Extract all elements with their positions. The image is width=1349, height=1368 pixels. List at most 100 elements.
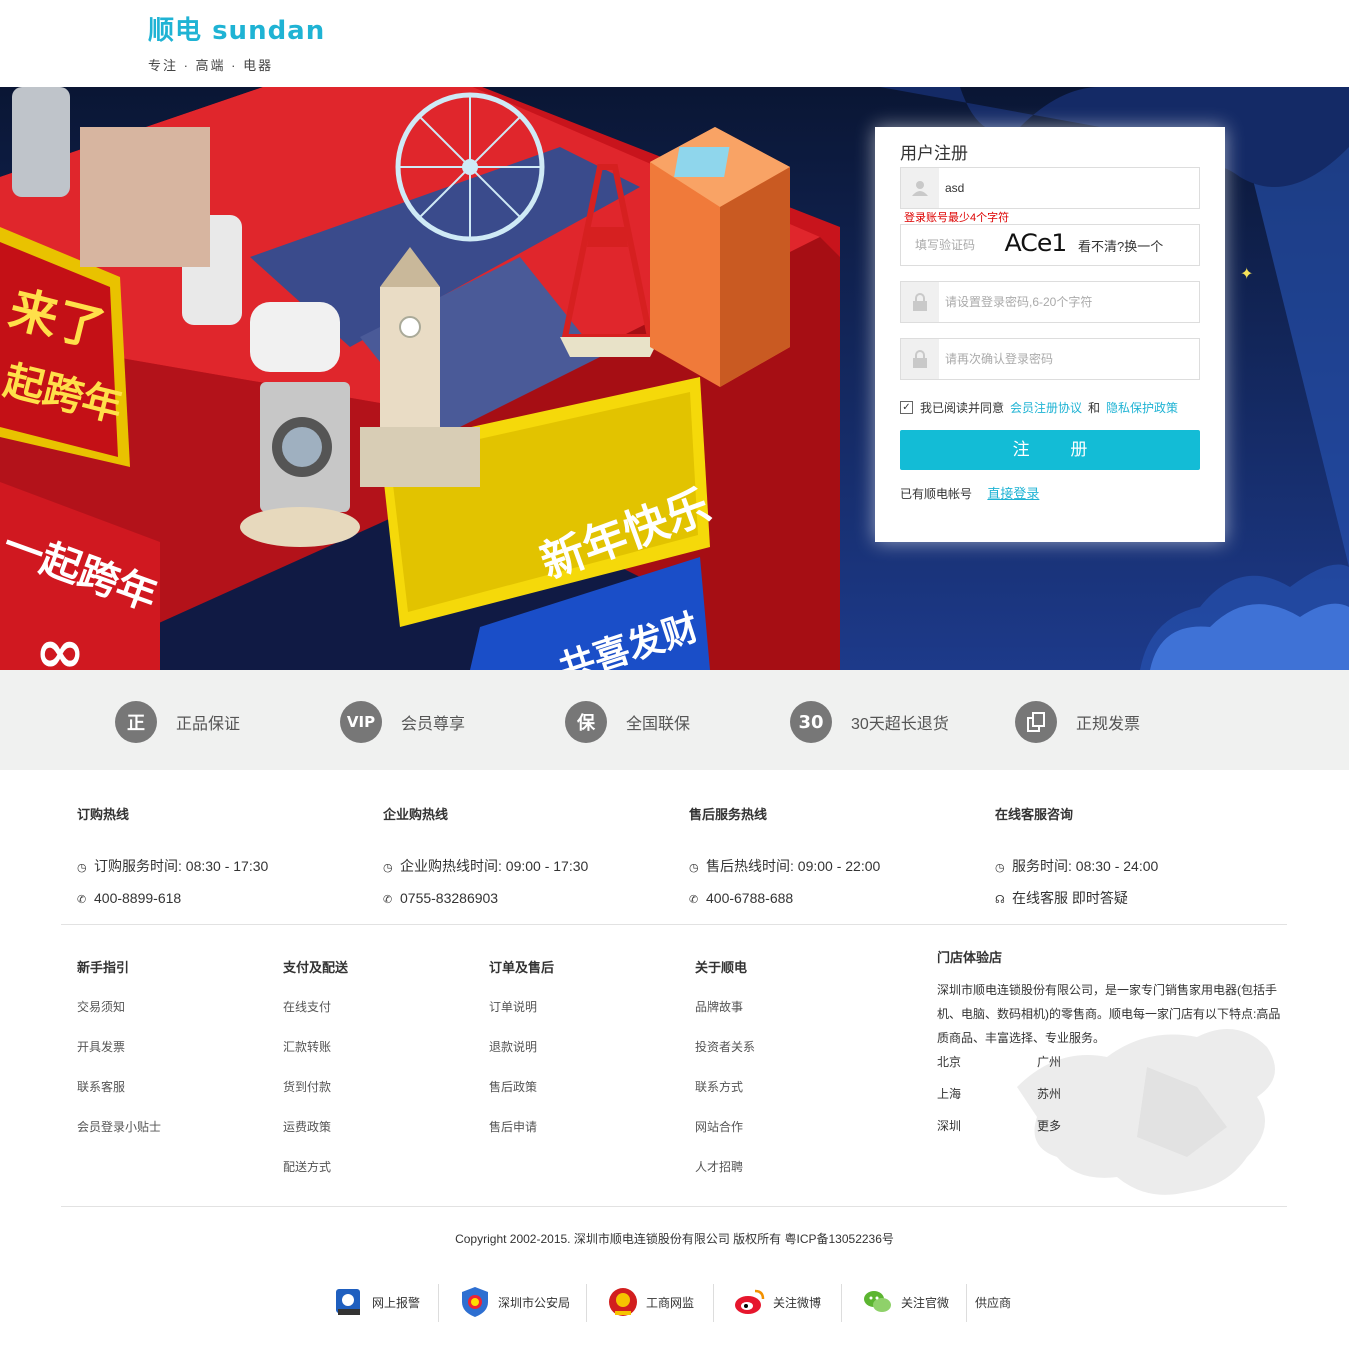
- city-link[interactable]: 苏州: [1037, 1085, 1061, 1102]
- separator: [841, 1284, 842, 1322]
- footer-link[interactable]: 运费政策: [283, 1119, 348, 1136]
- city-link[interactable]: 上海: [937, 1085, 961, 1102]
- privacy-policy-link[interactable]: 隐私保护政策: [1106, 399, 1178, 416]
- lock-icon: [901, 339, 939, 379]
- clock-icon: ◷: [689, 862, 699, 874]
- user-icon: [901, 168, 939, 208]
- captcha-field[interactable]: ACe1 看不清?换一个: [900, 224, 1200, 266]
- agreement-row: ✓ 我已阅读并同意 会员注册协议 和 隐私保护政策: [900, 399, 1184, 416]
- register-button[interactable]: 注 册: [900, 430, 1200, 470]
- footer-link[interactable]: 售后申请: [489, 1119, 554, 1136]
- feature-return: 30 30天超长退货: [790, 701, 949, 743]
- confirm-password-field[interactable]: [900, 338, 1200, 380]
- column-title: 新手指引: [77, 960, 130, 975]
- headset-icon: ☊: [995, 894, 1005, 906]
- clock-icon: ◷: [995, 862, 1005, 874]
- vip-icon: VIP: [340, 701, 382, 743]
- city-link[interactable]: 深圳: [937, 1117, 961, 1134]
- hotlines-section: 订购热线 ◷ 订购服务时间: 08:30 - 17:30 ✆ 400-8899-61…: [0, 770, 1349, 925]
- agree-and-text: 和: [1088, 401, 1101, 415]
- footer-link[interactable]: 品牌故事: [695, 999, 755, 1016]
- footer-link[interactable]: 售后政策: [489, 1079, 554, 1096]
- city-link[interactable]: 广州: [1037, 1053, 1061, 1070]
- weibo-icon: [735, 1289, 765, 1314]
- separator: [438, 1284, 439, 1322]
- password-input[interactable]: [945, 282, 1185, 322]
- footer-link[interactable]: 订单说明: [489, 999, 554, 1016]
- badge-label: 关注微博: [773, 1295, 822, 1310]
- hotline-title: 企业购热线: [383, 807, 449, 822]
- badge-wechat[interactable]: 关注官微: [861, 1282, 949, 1322]
- badge-supplier[interactable]: 供应商: [975, 1282, 1011, 1322]
- footer-link[interactable]: 会员登录小贴士: [77, 1119, 161, 1136]
- username-field[interactable]: [900, 167, 1200, 209]
- footer-link[interactable]: 开具发票: [77, 1039, 161, 1056]
- confirm-password-input[interactable]: [945, 339, 1185, 379]
- footer-link[interactable]: 在线支付: [283, 999, 348, 1016]
- police-icon: [336, 1289, 360, 1315]
- captcha-image[interactable]: ACe1: [1005, 229, 1068, 257]
- footer-link[interactable]: 联系客服: [77, 1079, 161, 1096]
- links-column-payment: 支付及配送 在线支付 汇款转账 货到付款 运费政策 配送方式: [283, 957, 348, 1199]
- badge-police-report[interactable]: 网上报警: [332, 1282, 420, 1322]
- footer-link[interactable]: 人才招聘: [695, 1159, 755, 1176]
- hotline-hours: 服务时间: 08:30 - 24:00: [1012, 858, 1159, 874]
- copyright: Copyright 2002-2015. 深圳市顺电连锁股份有限公司 版权所有 …: [455, 1232, 894, 1246]
- hotline-online: 在线客服咨询 ◷ 服务时间: 08:30 - 24:00 ☊ 在线客服 即时答疑: [995, 804, 1158, 915]
- feature-vip: VIP 会员尊享: [340, 701, 465, 743]
- more-cities-link[interactable]: 更多: [1037, 1117, 1061, 1134]
- captcha-input[interactable]: [915, 225, 995, 265]
- feature-label: 会员尊享: [401, 716, 466, 733]
- footer-link[interactable]: 联系方式: [695, 1079, 755, 1096]
- footer-link[interactable]: 货到付款: [283, 1079, 348, 1096]
- phone-icon: ✆: [77, 894, 87, 906]
- agree-checkbox[interactable]: ✓: [900, 401, 913, 414]
- city-link[interactable]: 北京: [937, 1053, 961, 1070]
- hotline-number: 400-8899-618: [94, 890, 182, 906]
- feature-label: 正规发票: [1076, 716, 1141, 733]
- username-error: 登录账号最少4个字符: [904, 212, 1010, 224]
- hero-banner: ✦ 新年快乐 共喜发财 来了 起跨年 一起跨年 ∞ 用户注册 asd 登录账号最…: [0, 87, 1349, 670]
- links-column-guide: 新手指引 交易须知 开具发票 联系客服 会员登录小贴士: [77, 957, 161, 1159]
- member-agreement-link[interactable]: 会员注册协议: [1010, 399, 1082, 416]
- separator: [586, 1284, 587, 1322]
- svg-text:∞: ∞: [35, 617, 85, 670]
- feature-label: 30天超长退货: [851, 716, 949, 733]
- hotline-hours: 订购服务时间: 08:30 - 17:30: [94, 858, 269, 874]
- logo-en: sundan: [212, 16, 326, 46]
- footer-links: 新手指引 交易须知 开具发票 联系客服 会员登录小贴士 支付及配送 在线支付 汇…: [0, 925, 1349, 1207]
- badge-label: 网上报警: [372, 1295, 421, 1310]
- captcha-refresh-link[interactable]: 看不清?换一个: [1078, 236, 1163, 255]
- direct-login-link[interactable]: 直接登录: [987, 486, 1039, 501]
- username-input[interactable]: [945, 168, 1185, 208]
- footer-link[interactable]: 退款说明: [489, 1039, 554, 1056]
- divider: [61, 1206, 1287, 1207]
- hotline-order: 订购热线 ◷ 订购服务时间: 08:30 - 17:30 ✆ 400-8899-61…: [77, 804, 268, 915]
- badge-business-monitor[interactable]: 工商网监: [606, 1282, 694, 1322]
- footer-link[interactable]: 网站合作: [695, 1119, 755, 1136]
- hotline-hours: 售后热线时间: 09:00 - 22:00: [706, 858, 881, 874]
- password-field[interactable]: [900, 281, 1200, 323]
- footer-link[interactable]: 汇款转账: [283, 1039, 348, 1056]
- phone-icon: ✆: [383, 894, 393, 906]
- logo-tagline: 专注 · 高端 · 电器: [148, 58, 274, 73]
- store-title: 门店体验店: [937, 950, 1003, 965]
- store-section: 门店体验店 深圳市顺电连锁股份有限公司，是一家专门销售家用电器(包括手机、电脑、…: [937, 947, 1282, 1195]
- footer-link[interactable]: 配送方式: [283, 1159, 348, 1176]
- emblem-icon: [609, 1288, 637, 1316]
- badge-weibo[interactable]: 关注微博: [733, 1282, 821, 1322]
- online-service-link[interactable]: 在线客服 即时答疑: [1012, 890, 1128, 906]
- logo[interactable]: 顺电 sundan 专注 · 高端 · 电器: [148, 10, 325, 74]
- ferris-wheel-shape: [395, 92, 545, 242]
- badge-public-security[interactable]: 深圳市公安局: [458, 1282, 570, 1322]
- register-title: 用户注册: [900, 144, 968, 163]
- logo-cn: 顺电: [148, 16, 203, 46]
- svg-text:✦: ✦: [1240, 266, 1253, 283]
- footer-link[interactable]: 交易须知: [77, 999, 161, 1016]
- lock-icon: [901, 282, 939, 322]
- logo-wordmark: 顺电 sundan: [148, 10, 325, 47]
- clock-icon: ◷: [77, 862, 87, 874]
- footer-link[interactable]: 投资者关系: [695, 1039, 755, 1056]
- feature-label: 正品保证: [176, 716, 241, 733]
- links-column-about: 关于顺电 品牌故事 投资者关系 联系方式 网站合作 人才招聘: [695, 957, 755, 1199]
